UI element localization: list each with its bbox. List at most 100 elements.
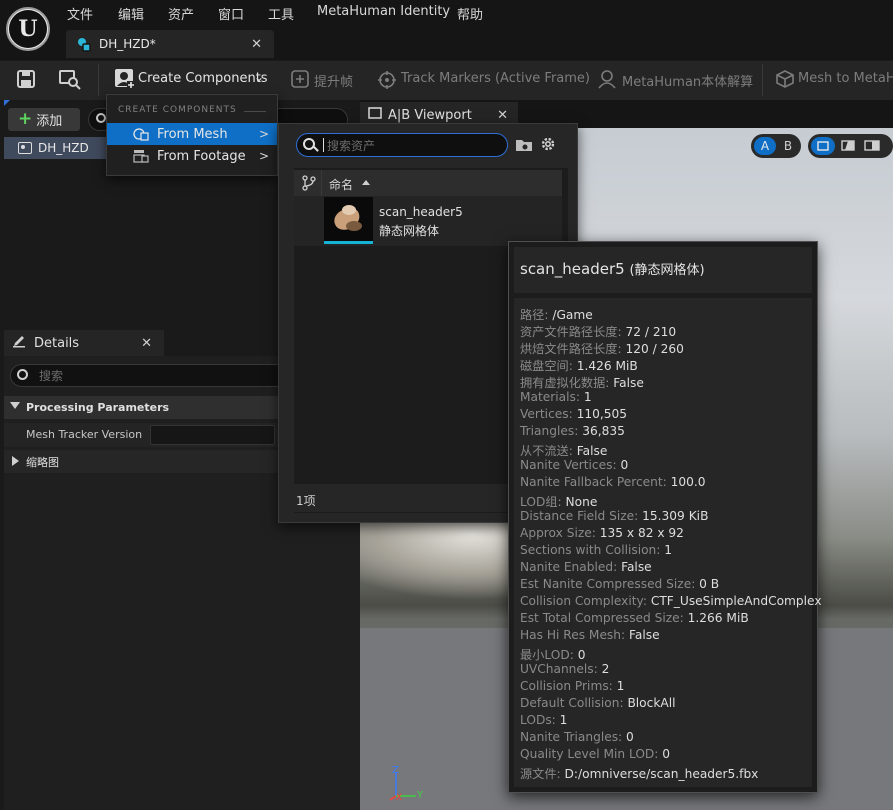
details-search-input[interactable]: 搜索 bbox=[10, 364, 290, 387]
promote-frame-icon[interactable] bbox=[291, 70, 309, 91]
name-column-header[interactable]: 命名 bbox=[329, 176, 353, 193]
browse-asset-icon[interactable] bbox=[58, 68, 82, 93]
tooltip-row: Sections with Collision: 1 bbox=[520, 543, 672, 557]
menu-file[interactable]: 文件 bbox=[67, 4, 93, 23]
promote-frame-button[interactable]: 提升帧 bbox=[314, 71, 353, 90]
single-view-button[interactable] bbox=[811, 137, 835, 155]
tooltip-row: Nanite Triangles: 0 bbox=[520, 730, 634, 744]
axis-y-label: Y bbox=[417, 790, 424, 801]
folder-icon[interactable] bbox=[515, 138, 533, 155]
tooltip-row: 烘焙文件路径长度: 120 / 260 bbox=[520, 339, 684, 357]
details-tab[interactable]: Details ✕ bbox=[4, 330, 164, 356]
search-icon bbox=[96, 113, 106, 123]
logo-mark: U bbox=[9, 10, 47, 48]
close-icon[interactable]: ✕ bbox=[497, 108, 508, 123]
tooltip-row-key: Vertices: bbox=[520, 407, 573, 421]
tooltip-row-key: Est Total Compressed Size: bbox=[520, 611, 684, 625]
tooltip-row: Collision Complexity: CTF_UseSimpleAndCo… bbox=[520, 594, 822, 608]
metahuman-solve-icon[interactable] bbox=[596, 69, 618, 92]
menu-metahuman-identity[interactable]: MetaHuman Identity bbox=[317, 4, 450, 22]
mesh-to-metahuman-button[interactable]: Mesh to MetaHu bbox=[798, 71, 893, 86]
tooltip-row-value: 100.0 bbox=[670, 475, 706, 489]
tooltip-row: LODs: 1 bbox=[520, 713, 567, 727]
wipe-view-button[interactable] bbox=[837, 137, 859, 155]
create-components-button[interactable]: Create Components bbox=[138, 71, 268, 86]
mesh-to-metahuman-icon[interactable] bbox=[775, 69, 795, 92]
tooltip-row-key: 最小LOD: bbox=[520, 648, 574, 662]
track-markers-button[interactable]: Track Markers (Active Frame) bbox=[401, 71, 590, 86]
tooltip-row-value: False bbox=[576, 444, 608, 458]
toggle-b-button[interactable]: B bbox=[777, 137, 799, 155]
tooltip-row-key: Collision Complexity: bbox=[520, 594, 647, 608]
tooltip-row: Vertices: 110,505 bbox=[520, 407, 627, 421]
settings-gear-icon[interactable] bbox=[540, 136, 556, 155]
tooltip-row: 拥有虚拟化数据: False bbox=[520, 373, 644, 391]
tooltip-row-value: False bbox=[613, 376, 644, 390]
dual-view-button[interactable] bbox=[861, 137, 883, 155]
menu-help[interactable]: 帮助 bbox=[457, 4, 483, 23]
section-label: 缩略图 bbox=[26, 455, 59, 469]
tooltip-row: Default Collision: BlockAll bbox=[520, 696, 676, 710]
asset-type: 静态网格体 bbox=[379, 224, 440, 238]
tooltip-row-value: 15.309 KiB bbox=[642, 509, 709, 523]
menu-asset[interactable]: 资产 bbox=[168, 4, 194, 23]
mesh-tracker-version-field[interactable] bbox=[150, 425, 275, 445]
tooltip-row: 资产文件路径长度: 72 / 210 bbox=[520, 322, 676, 340]
tooltip-row-value: None bbox=[565, 495, 598, 509]
close-icon[interactable]: ✕ bbox=[251, 37, 262, 52]
component-row-dh-hzd[interactable]: DH_HZD bbox=[4, 137, 108, 159]
tooltip-row-value: 0 B bbox=[699, 577, 720, 591]
tooltip-row-key: Est Nanite Compressed Size: bbox=[520, 577, 696, 591]
tooltip-row-value: 2 bbox=[601, 662, 610, 676]
tooltip-row-key: 源文件: bbox=[520, 767, 561, 781]
close-icon[interactable]: ✕ bbox=[141, 336, 152, 351]
tooltip-row: Est Total Compressed Size: 1.266 MiB bbox=[520, 611, 749, 625]
tooltip-row: Collision Prims: 1 bbox=[520, 679, 624, 693]
metahuman-solve-button[interactable]: MetaHuman本体解算 bbox=[622, 71, 753, 90]
source-control-icon[interactable] bbox=[302, 175, 316, 194]
menu-item-from-footage[interactable]: From Footage > bbox=[107, 145, 277, 167]
tooltip-row-value: 0 bbox=[620, 458, 629, 472]
details-tab-label: Details bbox=[34, 335, 80, 351]
create-components-icon[interactable] bbox=[114, 68, 136, 93]
chevron-right-icon: > bbox=[258, 127, 269, 141]
menu-tools[interactable]: 工具 bbox=[268, 4, 294, 23]
tooltip-row-value: False bbox=[621, 560, 652, 574]
menu-section-header: CREATE COMPONENTS bbox=[118, 105, 237, 115]
menu-item-from-mesh[interactable]: From Mesh > bbox=[107, 123, 277, 145]
tooltip-row-key: Collision Prims: bbox=[520, 679, 613, 693]
tooltip-row-key: Quality Level Min LOD: bbox=[520, 747, 659, 761]
tooltip-row: 最小LOD: 0 bbox=[520, 645, 585, 663]
tooltip-row-value: 1 bbox=[559, 713, 568, 727]
tooltip-row-value: 135 x 82 x 92 bbox=[599, 526, 684, 540]
tooltip-row: Est Nanite Compressed Size: 0 B bbox=[520, 577, 719, 591]
tooltip-row: Nanite Fallback Percent: 100.0 bbox=[520, 475, 706, 489]
tooltip-row: Materials: 1 bbox=[520, 390, 592, 404]
unreal-logo-icon[interactable]: U bbox=[6, 7, 50, 51]
tooltip-row: Has Hi Res Mesh: False bbox=[520, 628, 660, 642]
chevron-down-icon bbox=[10, 402, 20, 409]
tooltip-row: UVChannels: 2 bbox=[520, 662, 609, 676]
tooltip-row-value: 110,505 bbox=[576, 407, 627, 421]
tooltip-row: 从不流送: False bbox=[520, 441, 607, 459]
tooltip-row-value: 1.266 MiB bbox=[687, 611, 749, 625]
chevron-down-icon[interactable]: ⌄ bbox=[254, 70, 264, 84]
static-mesh-icon bbox=[133, 127, 149, 145]
toolbar-separator bbox=[98, 64, 99, 96]
tooltip-row-value: CTF_UseSimpleAndComplex bbox=[650, 594, 822, 608]
tooltip-row-value: 0 bbox=[577, 648, 586, 662]
track-markers-icon[interactable] bbox=[377, 70, 397, 93]
menu-window[interactable]: 窗口 bbox=[218, 4, 244, 23]
tooltip-row: Approx Size: 135 x 82 x 92 bbox=[520, 526, 684, 540]
toggle-a-button[interactable]: A bbox=[754, 137, 776, 155]
menu-edit[interactable]: 编辑 bbox=[118, 4, 144, 23]
save-icon[interactable] bbox=[16, 69, 36, 92]
tooltip-row-key: Sections with Collision: bbox=[520, 543, 661, 557]
footage-icon bbox=[133, 149, 149, 167]
asset-search-input[interactable]: 搜索资产 bbox=[296, 133, 508, 157]
tooltip-asset-name: scan_header5 bbox=[520, 260, 625, 278]
document-tab[interactable]: DH_HZD* ✕ bbox=[66, 30, 274, 58]
tooltip-row-key: 资产文件路径长度: bbox=[520, 325, 622, 339]
add-button[interactable]: + 添加 bbox=[8, 108, 80, 131]
tooltip-row-value: 0 bbox=[626, 730, 634, 744]
